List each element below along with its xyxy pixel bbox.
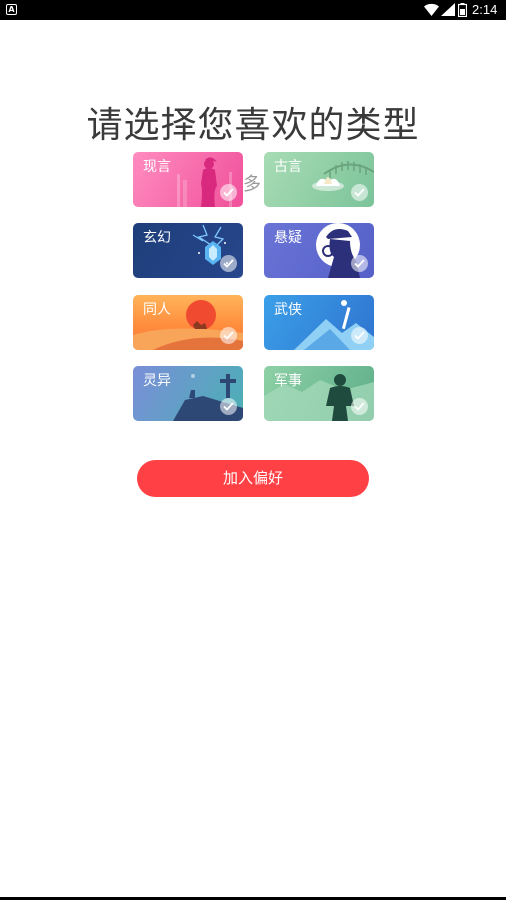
category-label: 古言 [274,159,302,175]
subtitle-text: 多 [243,174,261,195]
category-card-lingyi[interactable]: 灵异 [133,366,243,421]
status-time: 2:14 [472,2,498,17]
category-card-xuanhuan[interactable]: 玄幻 [133,223,243,278]
join-preference-button[interactable]: 加入偏好 [137,460,369,497]
check-icon[interactable] [220,327,237,344]
category-card-xuanyi[interactable]: 悬疑 [264,223,374,278]
category-card-xianyan[interactable]: 现言 [133,152,243,207]
wifi-icon [424,3,439,16]
page-title: 请选择您喜欢的类型 [86,105,420,146]
category-card-wuxia[interactable]: 武侠 [264,295,374,350]
signal-icon [441,3,455,16]
category-label: 武侠 [274,302,302,318]
check-icon[interactable] [351,184,368,201]
category-label: 玄幻 [143,230,171,246]
check-icon[interactable] [351,398,368,415]
check-icon[interactable] [351,255,368,272]
category-card-junshi[interactable]: 军事 [264,366,374,421]
battery-icon [458,3,467,17]
check-icon[interactable] [220,255,237,272]
app-notification-icon: A [6,4,17,15]
category-label: 同人 [143,302,171,318]
category-label: 现言 [143,159,171,175]
category-card-guyan[interactable]: 古言 [264,152,374,207]
check-icon[interactable] [220,184,237,201]
category-label: 悬疑 [274,230,302,246]
category-label: 军事 [274,373,302,389]
check-icon[interactable] [220,398,237,415]
category-label: 灵异 [143,373,171,389]
category-card-tongren[interactable]: 同人 [133,295,243,350]
check-icon[interactable] [351,327,368,344]
status-bar: A 2:14 [0,0,506,20]
